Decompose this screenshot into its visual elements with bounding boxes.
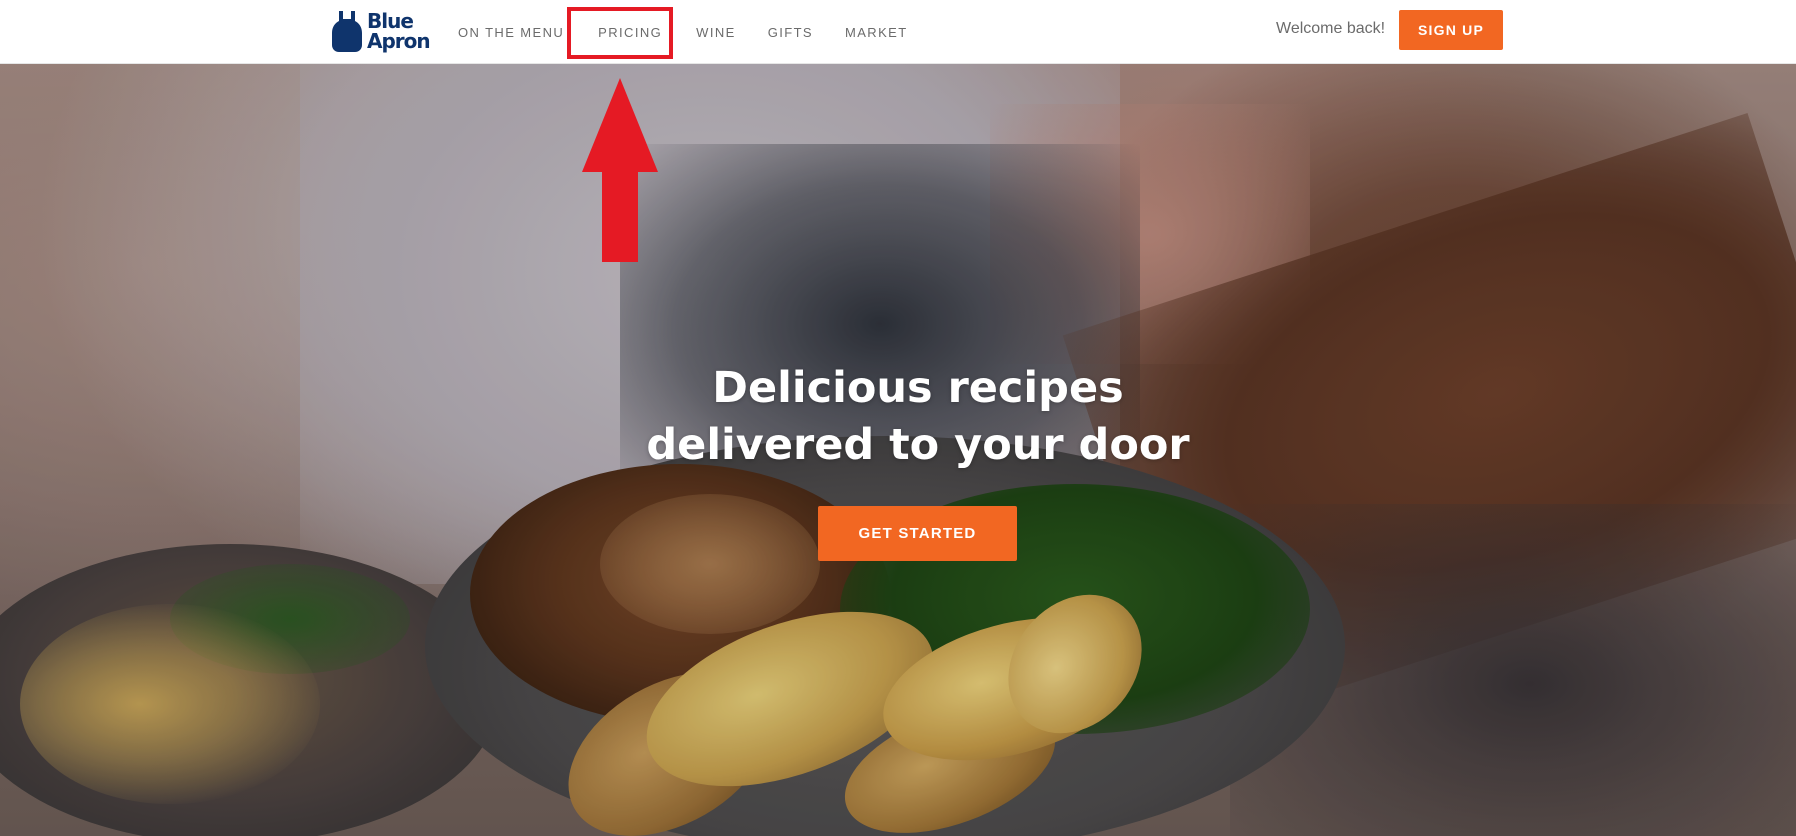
nav-pricing[interactable]: PRICING — [598, 25, 662, 40]
welcome-message: Welcome back! — [1276, 20, 1386, 37]
nav-gifts[interactable]: GIFTS — [768, 25, 813, 40]
logo-line-2: Apron — [367, 29, 431, 53]
nav-wine[interactable]: WINE — [696, 25, 736, 40]
main-nav: ON THE MENU PRICING WINE GIFTS MARKET — [452, 0, 908, 64]
hero-title-line-2: delivered to your door — [646, 420, 1190, 470]
sign-up-button[interactable]: SIGN UP — [1399, 10, 1503, 50]
blue-apron-logo[interactable]: Blue Apron — [331, 8, 431, 54]
apron-icon — [332, 11, 362, 52]
hero-title-line-1: Delicious recipes — [712, 363, 1124, 413]
hero-section: Delicious recipes delivered to your door… — [0, 64, 1796, 836]
hero-title: Delicious recipes delivered to your door — [598, 360, 1238, 474]
logo-wordmark: Blue Apron — [367, 9, 431, 53]
get-started-button[interactable]: GET STARTED — [818, 506, 1017, 561]
nav-market[interactable]: MARKET — [845, 25, 908, 40]
nav-on-the-menu[interactable]: ON THE MENU — [458, 25, 564, 40]
logo-line-1: Blue — [367, 9, 414, 33]
site-header: Blue Apron ON THE MENU PRICING WINE GIFT… — [0, 0, 1796, 64]
